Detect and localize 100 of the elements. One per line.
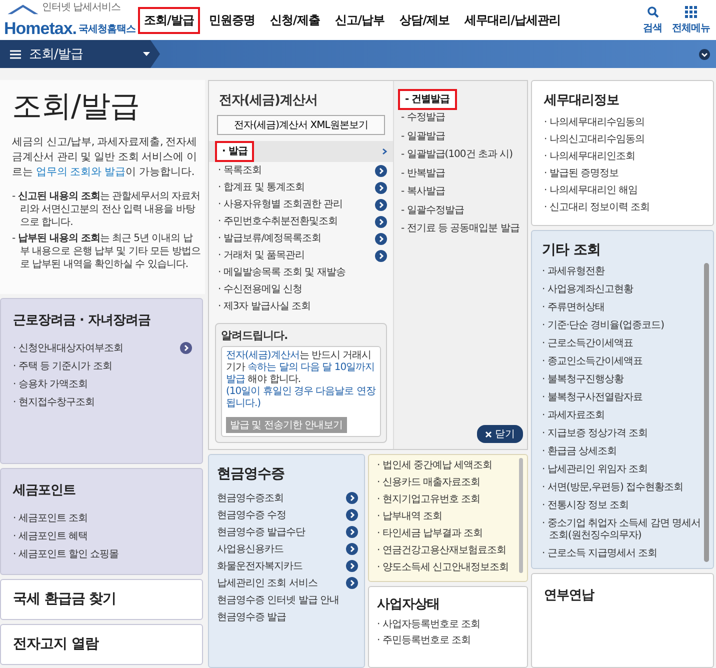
card-link[interactable]: 현금영수증 수정	[217, 508, 286, 522]
menu-item[interactable]: · 제3자 발급사실 조회	[215, 298, 314, 314]
notice-text: 전자(세금)계산서는 반드시 거래시기가 속하는 달의 다음 달 10일까지 발급 해야 합니다.	[226, 350, 376, 386]
logo-name: 국세청홈택스	[78, 23, 136, 36]
card-title: 기타 조회	[542, 241, 602, 259]
card-link[interactable]: · 법인세 중간예납 세액조회	[377, 460, 492, 471]
card-link[interactable]: · 근로소득 지급명세서 조회	[542, 545, 702, 562]
card-link[interactable]: · 사업용계좌신고현황	[542, 281, 702, 299]
card-title[interactable]: 국세 환급금 찾기	[13, 590, 192, 608]
card-link[interactable]: 납세관리인 조회 서비스	[217, 576, 318, 590]
nav-tab[interactable]: 조회/발급	[138, 6, 200, 34]
submenu-item[interactable]: - 수정발급	[398, 110, 448, 126]
grid-icon	[685, 6, 697, 18]
card-link[interactable]: · 주택 등 기준시가 조회	[13, 359, 112, 373]
close-icon	[485, 430, 492, 438]
card-link[interactable]: · 중소기업 취업자 소득세 감면 명세서 조회(원천징수의무자)	[542, 515, 702, 545]
card-link[interactable]: · 신용카드 매출자료조회	[377, 477, 480, 488]
nav-tab[interactable]: 민원증명	[202, 6, 261, 34]
card-link[interactable]: · 타인세금 납부결과 조회	[377, 528, 483, 539]
submenu-item[interactable]: - 복사발급	[398, 184, 448, 200]
card-link[interactable]: · 나의신고대리수임동의	[544, 134, 644, 145]
card-link[interactable]: · 기준·단순 경비율(업종코드)	[542, 317, 702, 335]
card-link[interactable]: · 승용차 가액조회	[13, 377, 88, 391]
card-link[interactable]: · 세금포인트 할인 쇼핑몰	[13, 547, 119, 561]
menu-item[interactable]: · 발급보류/예정목록조회	[215, 230, 324, 246]
scrollbar[interactable]	[704, 263, 709, 562]
card-link[interactable]: · 납세관리인 위임자 조회	[542, 461, 702, 479]
search-icon	[646, 6, 658, 18]
card-link[interactable]: · 과세자료조회	[542, 407, 702, 425]
card-link[interactable]: 현금영수증 발급	[217, 610, 286, 624]
menu-icon	[10, 50, 21, 58]
menu-item[interactable]: · 메일발송목록 조회 및 재발송	[215, 264, 348, 280]
card-link[interactable]: · 납부내역 조회	[377, 511, 442, 522]
menu-item[interactable]: · 거래처 및 품목관리	[215, 248, 308, 264]
card-title[interactable]: 연부연납	[544, 586, 705, 604]
card-link[interactable]: · 세금포인트 혜택	[13, 529, 88, 543]
card-link[interactable]: 현금영수증 발급수단	[217, 524, 306, 538]
card-link[interactable]: · 주류면허상태	[542, 299, 702, 317]
submenu-item[interactable]: - 일괄발급(100건 초과 시)	[398, 147, 516, 163]
card-link[interactable]: · 나의세무대리인 해임	[544, 185, 638, 196]
close-button[interactable]: 닫기	[477, 425, 523, 443]
intro-text: 세금의 신고/납부, 과세자료제출, 전자세금계산서 관리 및 일반 조회 서비스에 이르는 업무의 조회와 발급이 가능합니다.	[12, 135, 198, 180]
card-link[interactable]: · 현지접수창구조회	[13, 395, 94, 409]
submenu-item[interactable]: - 전기료 등 공동매입분 발급	[398, 221, 522, 237]
card-link[interactable]: · 주민등록번호로 조회	[377, 635, 471, 646]
card-link[interactable]: · 불복청구진행상황	[542, 371, 702, 389]
expand-icon[interactable]	[699, 48, 710, 60]
card-link[interactable]: 현금영수증 인터넷 발급 안내	[217, 592, 340, 606]
logo-roof-icon	[6, 3, 40, 15]
toolbar-button[interactable]: 전체메뉴	[672, 6, 710, 34]
submenu-item[interactable]: - 일괄수정발급	[398, 202, 467, 218]
submenu-item[interactable]: - 건별발급	[398, 89, 457, 110]
logo-tagline: 인터넷 납세서비스	[42, 2, 121, 13]
card-title[interactable]: 전자고지 열람	[13, 635, 192, 653]
submenu-item[interactable]: - 일괄발급	[398, 128, 448, 144]
card-link[interactable]: · 연금건강고용산재보험료조회	[377, 545, 506, 556]
nav-tab[interactable]: 신고/납부	[328, 6, 391, 34]
logo-brand[interactable]: Hometax.	[4, 19, 77, 39]
toolbar-button[interactable]: 검색	[643, 6, 662, 34]
card-link[interactable]: · 나의세무대리인조회	[544, 151, 635, 162]
card-link[interactable]: · 사업자등록번호로 조회	[377, 619, 480, 630]
nav-tab[interactable]: 신청/제출	[264, 6, 326, 34]
card-link[interactable]: 사업용신용카드	[217, 542, 284, 556]
card-link[interactable]: · 근로소득간이세액표	[542, 335, 702, 353]
card-link[interactable]: · 환급금 상세조회	[542, 443, 702, 461]
chevron-icon	[382, 148, 387, 155]
card-link[interactable]: · 신고대리 정보이력 조회	[544, 202, 650, 213]
menu-item[interactable]: · 발급	[215, 141, 254, 162]
card-link[interactable]: 화물운전자복지카드	[217, 558, 302, 572]
scrollbar[interactable]	[519, 458, 523, 573]
card-link[interactable]: · 발급된 증명정보	[544, 168, 619, 179]
menu-item[interactable]: · 수신전용메일 신청	[215, 282, 306, 298]
caret-icon	[143, 52, 150, 56]
notice-footnote: (10일이 휴일인 경우 다음날로 연장됩니다.)	[226, 386, 376, 410]
xml-view-button[interactable]: 전자(세금)계산서 XML원본보기	[217, 115, 385, 135]
nav-tab[interactable]: 세무대리/납세관리	[458, 6, 566, 34]
intro-link[interactable]: 업무의 조회와 발급	[36, 166, 126, 178]
card-link[interactable]: · 세금포인트 조회	[13, 511, 88, 525]
menu-item[interactable]: · 합계표 및 통계조회	[215, 180, 308, 196]
card-link[interactable]: · 종교인소득간이세액표	[542, 353, 702, 371]
card-link[interactable]: · 전통시장 정보 조회	[542, 497, 702, 515]
card-link[interactable]: · 서면(방문,우편등) 접수현황조회	[542, 479, 702, 497]
note-text: - 납부된 내용의 조회는 최근 5년 이내의 납부 내용으로 은행 납부 및 기타 모든 방법으로 납부된 내역을 확인하실 수 있습니다.	[12, 232, 201, 271]
page-title: 조회/발급	[12, 88, 141, 126]
card-link[interactable]: · 과세유형전환	[542, 263, 702, 281]
submenu-item[interactable]: - 반복발급	[398, 166, 448, 182]
card-link[interactable]: · 신청안내대상자여부조회	[13, 341, 123, 355]
menu-item[interactable]: · 사용자유형별 조회권한 관리	[215, 196, 346, 212]
breadcrumb-button[interactable]: 조회/발급	[0, 40, 160, 68]
note-text: - 신고된 내용의 조회는 관할세무서의 자료처리와 서면신고분의 전산 입력 내용을 바탕으로 합니다.	[12, 190, 201, 229]
menu-item[interactable]: · 목록조회	[215, 162, 264, 178]
card-link[interactable]: 현금영수증조회	[217, 490, 284, 504]
nav-tab[interactable]: 상담/제보	[394, 6, 456, 34]
card-link[interactable]: · 현지기업고유번호 조회	[377, 494, 480, 505]
card-link[interactable]: · 나의세무대리수임동의	[544, 117, 644, 128]
card-link[interactable]: · 지급보증 정상가격 조회	[542, 425, 702, 443]
card-link[interactable]: · 불복청구사전열람자료	[542, 389, 702, 407]
menu-title: 전자(세금)계산서	[218, 92, 318, 109]
card-link[interactable]: · 양도소득세 신고안내정보조회	[377, 562, 509, 573]
menu-item[interactable]: · 주민번호수취분전환및조회	[215, 214, 340, 230]
